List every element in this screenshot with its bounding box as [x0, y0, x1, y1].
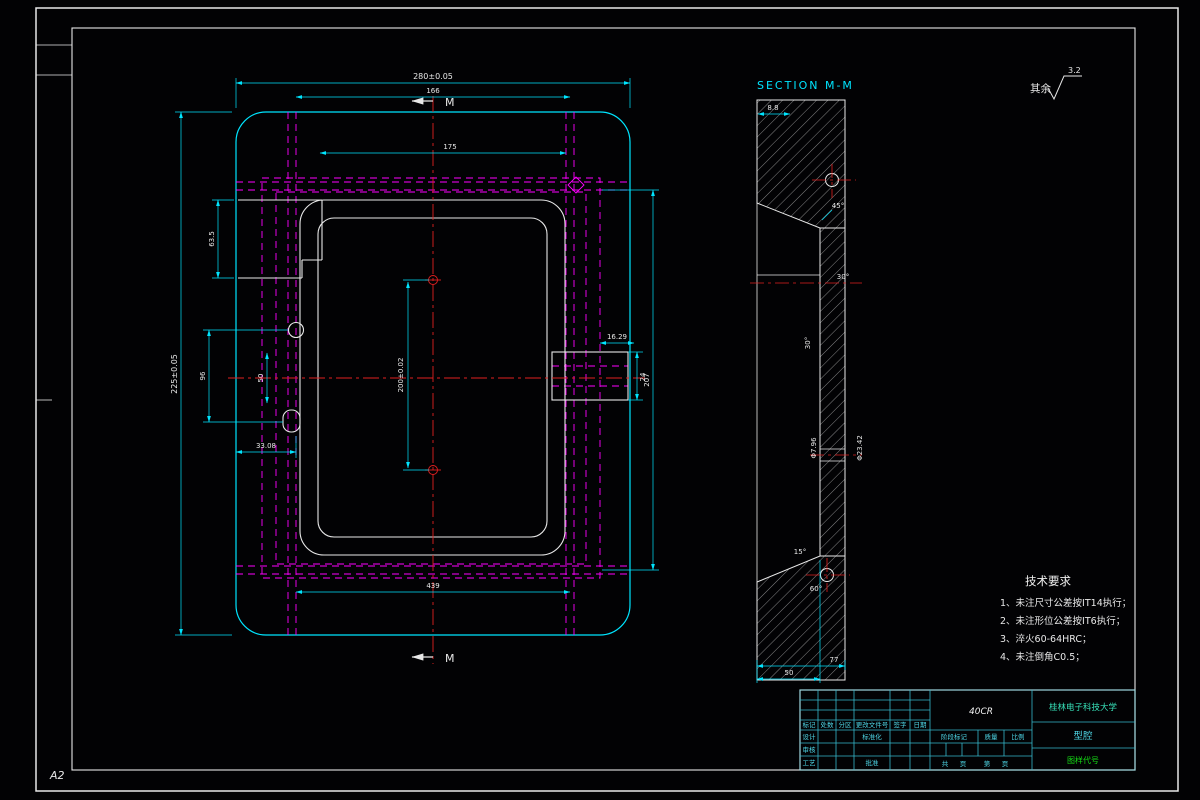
tb-label-zone: 分区 [839, 720, 853, 729]
cavity-inner-edge [317, 217, 548, 538]
tb-label-change-doc: 更改文件号 [856, 720, 889, 729]
dim-text-225: 225±0.05 [170, 354, 179, 394]
dim-text-175: 175 [443, 143, 456, 151]
tb-label-weight: 质量 [985, 732, 999, 741]
hidden-corner-plug [567, 176, 585, 194]
tb-label-mark: 标记 [803, 720, 817, 729]
tb-company: 桂林电子科技大学 [1049, 702, 1118, 713]
dim-text-77: 77 [830, 656, 839, 664]
tb-drawing-code: 图样代号 [1067, 755, 1099, 765]
tb-label-standardize: 标准化 [862, 732, 882, 741]
cut-label-bottom: M [445, 652, 455, 665]
section-title: SECTION M-M [757, 79, 854, 92]
section-body [756, 99, 846, 681]
tech-item-1: 1、未注尺寸公差按IT14执行； [1000, 597, 1131, 609]
roughness-symbol-icon [1047, 75, 1082, 101]
roughness-note: 其余 3.2 [1030, 66, 1082, 101]
tech-item-3: 3、淬火60-64HRC； [1000, 633, 1092, 645]
tb-label-page2: 页 [1002, 760, 1009, 768]
dim-text-15: 15° [794, 548, 806, 556]
dim-text-280: 280±0.05 [413, 72, 453, 81]
tb-label-sheet-no: 第 [984, 759, 991, 768]
dim-text-33-08: 33.08 [256, 442, 276, 450]
right-tab [551, 351, 629, 401]
dim-text-166: 166 [426, 87, 440, 95]
centerlines [228, 96, 645, 664]
tb-label-total: 共 [942, 759, 949, 768]
tech-requirements: 技术要求 1、未注尺寸公差按IT14执行； 2、未注形位公差按IT6执行； 3、… [1000, 574, 1131, 663]
dim-text-30-side: 30° [804, 337, 812, 349]
dim-text-63-5: 63.5 [208, 231, 216, 247]
tb-label-design: 设计 [803, 732, 817, 741]
tech-item-4: 4、未注倒角C0.5； [1000, 651, 1085, 663]
left-step-notch [238, 199, 323, 279]
tb-label-sign: 签字 [894, 720, 908, 729]
plan-dimension-texts: 280±0.05 166 175 225±0.05 63.5 96 50 33.… [170, 72, 651, 590]
title-block-texts: 标记 处数 分区 更改文件号 签字 日期 设计 标准化 审核 工艺 批准 40C… [803, 702, 1118, 768]
dim-text-45: 45° [832, 202, 844, 210]
tb-label-count: 处数 [821, 720, 835, 729]
left-slot [282, 409, 301, 433]
cavity-outer-edge [299, 199, 566, 556]
dim-text-207: 207 [643, 373, 651, 386]
drawing-sheet: A2 M M 280±0.05 166 175 225±0.05 63.5 96… [0, 0, 1200, 800]
tb-label-date: 日期 [914, 721, 928, 729]
tech-item-2: 2、未注形位公差按IT6执行； [1000, 615, 1125, 627]
tb-label-stage-mark: 阶段标记 [941, 732, 968, 741]
sheet-format-label: A2 [49, 769, 65, 782]
tb-label-scale: 比例 [1012, 732, 1025, 741]
tb-label-process: 工艺 [803, 759, 817, 767]
tb-part-name: 型腔 [1073, 730, 1093, 742]
dim-text-439: 439 [426, 582, 439, 590]
dim-text-60: 60° [810, 585, 822, 593]
dim-text-50s: 50 [785, 669, 794, 677]
dim-text-200: 200±0.02 [397, 358, 405, 393]
dim-text-30: 30° [837, 273, 849, 281]
section-view: SECTION M-M 8.8 45° 30° 30° Φ7.96 Φ23.42… [750, 79, 864, 683]
cad-drawing-canvas: A2 M M 280±0.05 166 175 225±0.05 63.5 96… [35, 7, 1179, 792]
dim-text-cbore-dia: Φ23.42 [856, 435, 864, 461]
inner-border [71, 27, 1136, 771]
tb-label-approve: 批准 [866, 758, 880, 767]
title-block: 标记 处数 分区 更改文件号 签字 日期 设计 标准化 审核 工艺 批准 40C… [799, 689, 1136, 771]
tb-material: 40CR [969, 707, 993, 717]
plan-view: M M 280±0.05 166 175 225±0.05 63.5 96 50… [170, 72, 659, 665]
dim-text-8-8: 8.8 [767, 104, 778, 112]
cut-label-top: M [445, 96, 455, 109]
tech-title: 技术要求 [1025, 574, 1071, 588]
roughness-value: 3.2 [1068, 66, 1081, 75]
dim-text-16-29: 16.29 [607, 333, 627, 341]
dim-text-50: 50 [257, 374, 265, 383]
tb-label-check: 审核 [803, 745, 817, 754]
dim-text-96: 96 [199, 371, 207, 380]
dim-text-hole-dia: Φ7.96 [810, 437, 818, 459]
tb-label-page1: 页 [960, 760, 967, 768]
